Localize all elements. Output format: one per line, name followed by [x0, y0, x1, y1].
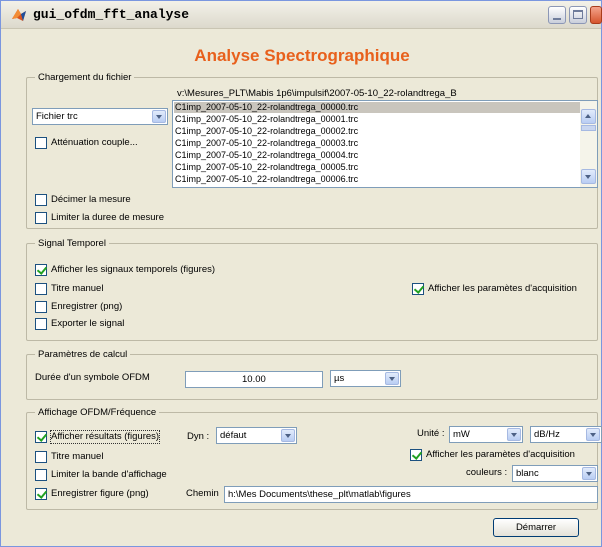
list-item[interactable]: C1imp_2007-05-10_22-rolandtrega_00005.tr… — [175, 162, 358, 173]
limiter-duree-checkbox[interactable] — [35, 212, 47, 224]
enregistrer-figure-checkbox[interactable] — [35, 488, 47, 500]
group-title-chargement: Chargement du fichier — [35, 72, 135, 83]
couleurs-select[interactable]: blanc — [512, 465, 598, 482]
list-item[interactable]: C1imp_2007-05-10_22-rolandtrega_00003.tr… — [175, 138, 358, 149]
unite-select[interactable]: mW — [449, 426, 523, 443]
unite-value: mW — [453, 429, 470, 440]
decimer-checkbox[interactable] — [35, 194, 47, 206]
affichage-afficher-params-checkbox[interactable] — [410, 449, 422, 461]
list-item[interactable]: C1imp_2007-05-10_22-rolandtrega_00004.tr… — [175, 150, 358, 161]
scroll-down-icon[interactable] — [581, 169, 596, 184]
chemin-label: Chemin — [186, 488, 219, 499]
decimer-label: Décimer la mesure — [51, 194, 131, 205]
attenuation-checkbox[interactable] — [35, 137, 47, 149]
afficher-resultats-checkbox[interactable] — [35, 431, 47, 443]
file-list[interactable]: C1imp_2007-05-10_22-rolandtrega_00000.tr… — [172, 100, 598, 188]
file-path: v:\Mesures_PLT\Mabis 1p6\impulsif\2007-0… — [177, 88, 457, 99]
dbhz-select[interactable]: dB/Hz — [530, 426, 602, 443]
limiter-bande-checkbox[interactable] — [35, 469, 47, 481]
minimize-icon — [553, 18, 561, 20]
minimize-button[interactable] — [548, 6, 566, 24]
app-window: gui_ofdm_fft_analyse Analyse Spectrograp… — [0, 0, 602, 547]
attenuation-label: Atténuation couple... — [51, 137, 138, 148]
duree-symbole-label: Durée d'un symbole OFDM — [35, 372, 150, 383]
demarrer-button[interactable]: Démarrer — [493, 518, 579, 537]
chevron-down-icon — [507, 428, 521, 441]
dyn-label: Dyn : — [187, 431, 210, 442]
duree-unit-select[interactable]: µs — [330, 370, 401, 387]
group-title-calcul: Paramètres de calcul — [35, 349, 131, 360]
dbhz-value: dB/Hz — [534, 429, 560, 440]
dyn-select[interactable]: défaut — [216, 427, 297, 444]
couleurs-label: couleurs : — [466, 467, 508, 478]
chevron-down-icon — [586, 428, 600, 441]
list-item[interactable]: C1imp_2007-05-10_22-rolandtrega_00002.tr… — [175, 126, 358, 137]
signal-afficher-params-checkbox[interactable] — [412, 283, 424, 295]
affichage-titre-manuel-checkbox[interactable] — [35, 451, 47, 463]
group-title-affichage: Affichage OFDM/Fréquence — [35, 407, 160, 418]
chevron-down-icon — [582, 467, 596, 480]
scroll-up-icon[interactable] — [581, 109, 596, 124]
maximize-button[interactable] — [569, 6, 587, 24]
duree-symbole-value: 10.00 — [242, 374, 266, 385]
limiter-duree-label: Limiter la duree de mesure — [51, 212, 164, 223]
signal-afficher-params-label: Afficher les paramètes d'acquisition — [428, 283, 577, 294]
list-item[interactable]: C1imp_2007-05-10_22-rolandtrega_00001.tr… — [175, 114, 358, 125]
file-list-scrollbar[interactable] — [580, 101, 597, 187]
couleurs-value: blanc — [516, 468, 539, 479]
title-bar[interactable]: gui_ofdm_fft_analyse — [1, 1, 602, 29]
chemin-value: h:\Mes Documents\these_plt\matlab\figure… — [228, 489, 411, 500]
window-title: gui_ofdm_fft_analyse — [33, 7, 190, 22]
affichage-afficher-params-label: Afficher les paramètes d'acquisition — [426, 449, 575, 460]
chemin-input[interactable]: h:\Mes Documents\these_plt\matlab\figure… — [224, 486, 598, 503]
group-title-signal: Signal Temporel — [35, 238, 109, 249]
enregistrer-figure-label: Enregistrer figure (png) — [51, 488, 149, 499]
signal-titre-manuel-label: Titre manuel — [51, 283, 104, 294]
exporter-signal-label: Exporter le signal — [51, 318, 125, 329]
exporter-signal-checkbox[interactable] — [35, 318, 47, 330]
matlab-app-icon — [12, 9, 26, 21]
list-item[interactable]: C1imp_2007-05-10_22-rolandtrega_00000.tr… — [174, 102, 580, 113]
chevron-down-icon — [152, 110, 166, 123]
signal-titre-manuel-checkbox[interactable] — [35, 283, 47, 295]
limiter-bande-label: Limiter la bande d'affichage — [51, 469, 167, 480]
page-title: Analyse Spectrographique — [194, 46, 410, 65]
dyn-value: défaut — [220, 430, 247, 441]
afficher-resultats-label: Afficher résultats (figures) — [49, 430, 161, 444]
maximize-icon — [573, 10, 583, 19]
file-type-select[interactable]: Fichier trc — [32, 108, 168, 125]
signal-enregistrer-label: Enregistrer (png) — [51, 301, 123, 312]
chevron-down-icon — [281, 429, 295, 442]
chevron-down-icon — [385, 372, 399, 385]
signal-enregistrer-checkbox[interactable] — [35, 301, 47, 313]
list-item[interactable]: C1imp_2007-05-10_22-rolandtrega_00006.tr… — [175, 174, 358, 185]
duree-unit-value: µs — [334, 373, 345, 384]
afficher-signaux-checkbox[interactable] — [35, 264, 47, 276]
unite-label: Unité : — [417, 428, 445, 439]
scroll-thumb[interactable] — [581, 125, 596, 131]
close-button[interactable] — [590, 6, 602, 24]
file-type-value: Fichier trc — [36, 111, 78, 122]
duree-symbole-input[interactable]: 10.00 — [185, 371, 323, 388]
afficher-signaux-label: Afficher les signaux temporels (figures) — [51, 264, 216, 275]
affichage-titre-manuel-label: Titre manuel — [51, 451, 104, 462]
